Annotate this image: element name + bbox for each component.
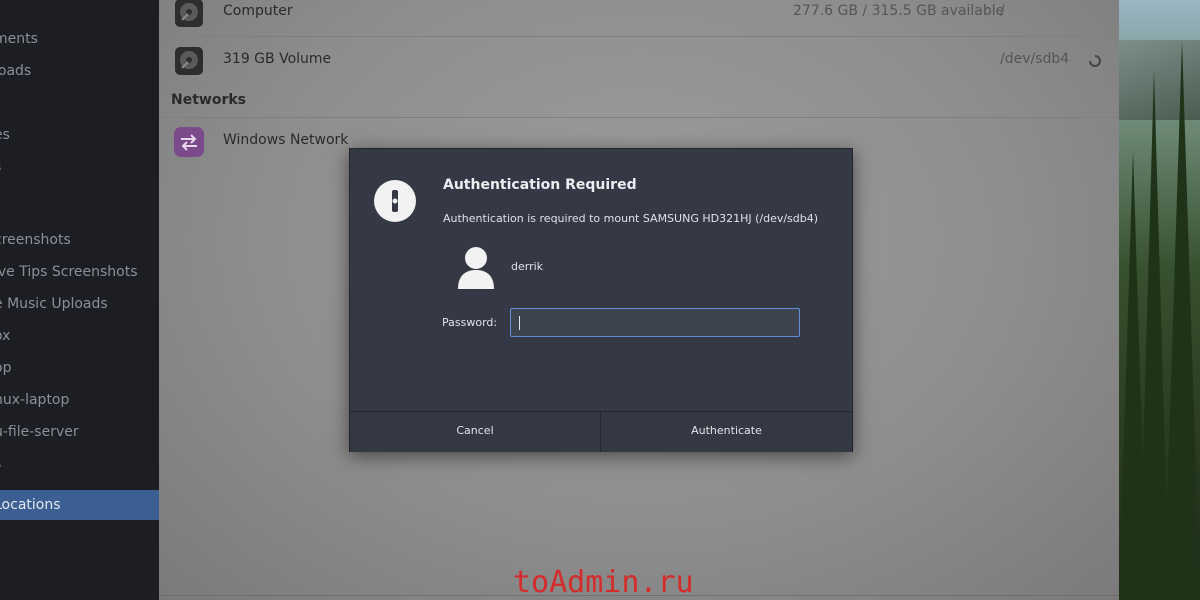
device-path: /dev/sdb4 (1000, 51, 1070, 67)
password-label: Password: (442, 316, 498, 329)
sidebar-item-other-locations[interactable]: Locations (0, 490, 159, 520)
network-name: Windows Network (223, 132, 349, 148)
sidebar-item-pictures[interactable]: es (0, 120, 159, 150)
authenticate-button[interactable]: Authenticate (601, 412, 852, 452)
desktop-wallpaper (1119, 0, 1200, 600)
wallpaper-tree (1119, 150, 1147, 600)
sidebar-item-op[interactable]: op (0, 353, 159, 383)
divider (159, 36, 1119, 37)
device-row-computer[interactable]: Computer 277.6 GB / 315.5 GB available / (159, 0, 1119, 33)
dialog-title: Authentication Required (443, 177, 637, 193)
device-name: 319 GB Volume (223, 51, 332, 67)
network-icon (174, 127, 204, 157)
lock-icon (374, 180, 416, 222)
sidebar-item-videos[interactable]: s (0, 152, 159, 182)
device-mount-path: / (1000, 3, 1005, 19)
sidebar-item-documents[interactable]: ments (0, 24, 159, 54)
cancel-button[interactable]: Cancel (350, 412, 601, 452)
sidebar-item-s[interactable]: s (0, 449, 159, 479)
wallpaper-mountain (1119, 40, 1200, 120)
dialog-username: derrik (511, 260, 544, 273)
sidebar-item-downloads[interactable]: loads (0, 56, 159, 86)
sidebar-item-linux-laptop[interactable]: nux-laptop (0, 385, 159, 415)
dialog-button-bar: Cancel Authenticate (350, 411, 852, 452)
networks-section-title: Networks (171, 92, 247, 108)
password-input[interactable] (510, 308, 800, 337)
hard-disk-icon (175, 47, 203, 75)
spinner-icon (1089, 55, 1101, 67)
sidebar-item-music-uploads[interactable]: e Music Uploads (0, 289, 159, 319)
watermark: toAdmin.ru (513, 565, 694, 600)
sidebar-item-file-server[interactable]: u-file-server (0, 417, 159, 447)
sidebar-item-tips-screenshots[interactable]: ive Tips Screenshots (0, 257, 159, 287)
device-name: Computer (223, 3, 293, 19)
device-available: 277.6 GB / 315.5 GB available (793, 3, 1005, 19)
device-row-volume[interactable]: 319 GB Volume /dev/sdb4 (159, 41, 1119, 81)
sidebar-item-screenshots[interactable]: creenshots (0, 225, 159, 255)
authentication-dialog: Authentication Required Authentication i… (349, 148, 853, 452)
sidebar-item-box[interactable]: ox (0, 321, 159, 351)
dialog-message: Authentication is required to mount SAMS… (443, 212, 819, 225)
wallpaper-tree (1164, 40, 1200, 600)
divider (159, 117, 1119, 118)
text-caret (519, 316, 520, 330)
user-avatar-icon (458, 247, 494, 289)
hard-disk-icon (175, 0, 203, 27)
sidebar: ments loads es s creenshots ive Tips Scr… (0, 0, 159, 600)
